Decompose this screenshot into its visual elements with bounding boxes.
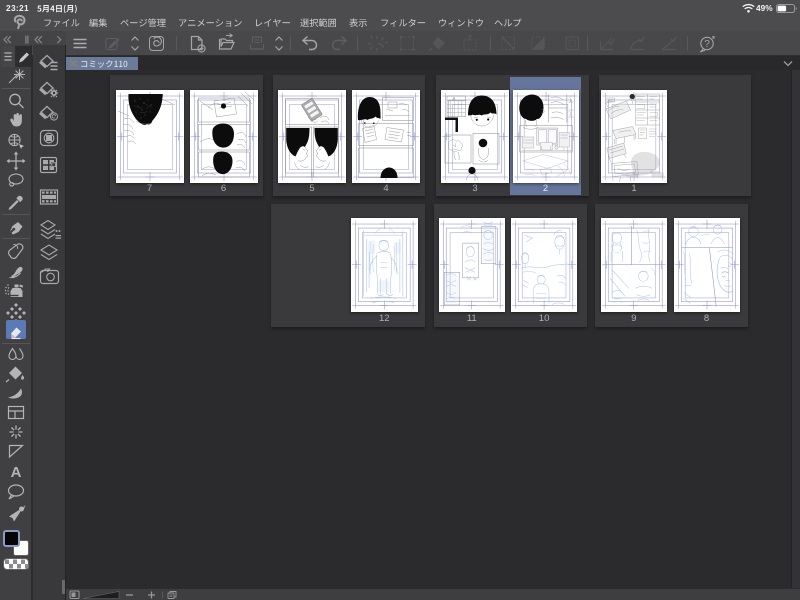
svg-text:A: A [11, 464, 22, 481]
svg-text:?: ? [704, 39, 710, 50]
